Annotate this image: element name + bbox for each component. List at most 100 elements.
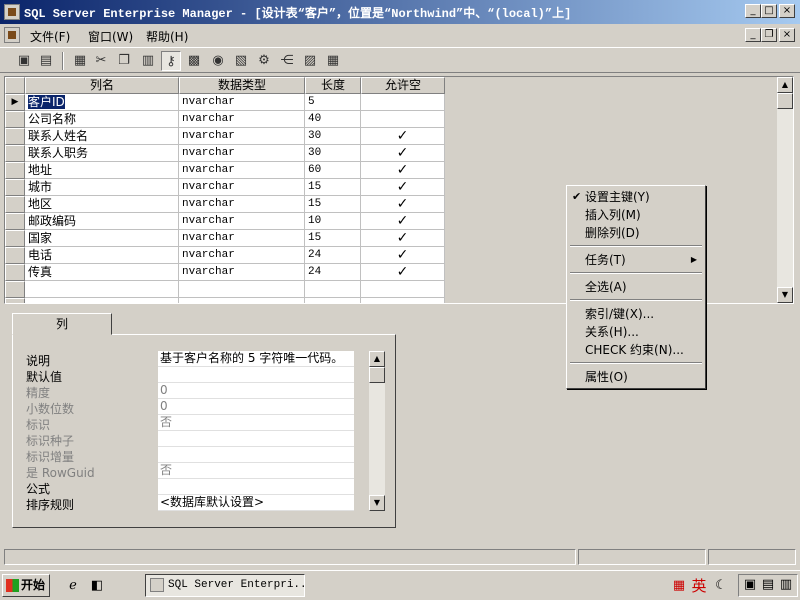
cell-data-type[interactable]: nvarchar [179,264,305,281]
quick-launch-icon[interactable]: ◧ [88,577,106,595]
cell-data-type[interactable]: nvarchar [179,196,305,213]
cell-column-name[interactable]: 地区 [25,196,179,213]
cell-column-name[interactable]: 客户ID [25,94,179,111]
row-selector[interactable] [5,128,25,145]
cell-column-name[interactable]: 电话 [25,247,179,264]
context-menu-item[interactable]: 关系(H)... [567,323,705,341]
cell-column-name[interactable]: 城市 [25,179,179,196]
cell-length[interactable]: 10 [305,213,361,230]
start-button[interactable]: 开始 [2,574,50,597]
props-vertical-scrollbar[interactable]: ▲ ▼ [369,351,385,511]
cell-column-name[interactable]: 地址 [25,162,179,179]
props-scroll-thumb[interactable] [369,367,385,383]
property-value[interactable]: <数据库默认设置> [158,495,354,511]
row-selector[interactable] [5,247,25,264]
cell-allow-null[interactable]: ✓ [361,145,445,162]
property-value[interactable] [158,367,354,383]
maximize-button[interactable]: □ [761,4,777,18]
cell-length[interactable]: 24 [305,264,361,281]
cut-icon[interactable]: ✂ [91,51,111,71]
cell-length[interactable]: 5 [305,94,361,111]
props-scroll-down-icon[interactable]: ▼ [369,495,385,511]
minimize-button[interactable]: _ [745,4,761,18]
row-selector[interactable] [5,111,25,128]
cell-column-name[interactable] [25,281,179,298]
menu-file[interactable]: 文件(F) [30,28,70,45]
mdi-restore-button[interactable]: ❐ [761,28,777,42]
grid-vertical-scrollbar[interactable]: ▲ ▼ [777,77,793,303]
header-length[interactable]: 长度 [305,77,361,94]
menu-window[interactable]: 窗口(W) [88,28,133,45]
mdi-minimize-button[interactable]: _ [745,28,761,42]
taskbar-item-enterprise-manager[interactable]: SQL Server Enterpri... [145,574,305,597]
script-icon[interactable]: ▦ [70,51,90,71]
context-menu-item[interactable]: 索引/键(X)... [567,305,705,323]
cell-data-type[interactable] [179,281,305,298]
row-selector[interactable] [5,264,25,281]
header-column-name[interactable]: 列名 [25,77,179,94]
cell-data-type[interactable]: nvarchar [179,111,305,128]
menu-help[interactable]: 帮助(H) [146,28,188,45]
ime-english-indicator[interactable]: 英 [690,577,708,595]
cell-length[interactable] [305,281,361,298]
close-button[interactable]: × [779,4,795,18]
cell-allow-null[interactable]: ✓ [361,196,445,213]
row-selector[interactable] [5,281,25,298]
context-menu-item[interactable]: 属性(O) [567,368,705,386]
copy-icon[interactable]: ❐ [114,51,134,71]
manage-tables-icon[interactable]: ▩ [184,51,204,71]
network-icon[interactable]: ▣ [741,576,759,594]
cell-allow-null[interactable]: ✓ [361,179,445,196]
cell-data-type[interactable]: nvarchar [179,128,305,145]
cell-data-type[interactable]: nvarchar [179,213,305,230]
cell-length[interactable]: 40 [305,111,361,128]
row-selector-primary-key[interactable]: ▶ [5,94,25,111]
cell-length[interactable]: 15 [305,230,361,247]
properties-icon[interactable]: ▤ [36,51,56,71]
cell-column-name[interactable]: 公司名称 [25,111,179,128]
ime-moon-icon[interactable]: ☾ [712,577,730,595]
cell-length[interactable]: 30 [305,145,361,162]
cell-length[interactable]: 15 [305,179,361,196]
relationships-icon[interactable]: ◉ [208,51,228,71]
row-selector[interactable] [5,196,25,213]
props-scroll-up-icon[interactable]: ▲ [369,351,385,367]
cell-data-type[interactable]: nvarchar [179,162,305,179]
insert-column-icon[interactable]: ▨ [300,51,320,71]
cell-allow-null[interactable] [361,94,445,111]
property-value[interactable] [158,479,354,495]
cell-allow-null[interactable]: ✓ [361,264,445,281]
cell-length[interactable]: 30 [305,128,361,145]
grid-icon[interactable]: ▦ [323,51,343,71]
app-icon[interactable] [4,4,20,20]
cell-column-name[interactable] [25,298,179,303]
cell-allow-null[interactable] [361,298,445,303]
context-menu-item[interactable]: 插入列(M) [567,206,705,224]
paste-icon[interactable]: ▥ [138,51,158,71]
context-menu-item[interactable]: CHECK 约束(N)... [567,341,705,359]
cell-data-type[interactable] [179,298,305,303]
header-allow-null[interactable]: 允许空 [361,77,445,94]
context-menu-item[interactable]: 任务(T) ▶ [567,251,705,269]
cell-allow-null[interactable]: ✓ [361,247,445,264]
title-bar[interactable]: SQL Server Enterprise Manager - [设计表“客户”… [0,0,800,24]
scroll-down-arrow-icon[interactable]: ▼ [777,287,793,303]
volume-icon[interactable]: ▥ [777,576,795,594]
cell-column-name[interactable]: 联系人职务 [25,145,179,162]
ie-icon[interactable]: ℯ [64,577,82,595]
primary-key-icon[interactable]: ⚷ [161,51,181,71]
row-selector[interactable] [5,145,25,162]
row-selector[interactable] [5,179,25,196]
cell-data-type[interactable]: nvarchar [179,145,305,162]
context-menu-item[interactable]: ✔ 设置主键(Y) [567,188,705,206]
constraints-icon[interactable]: ⚙ [254,51,274,71]
cell-allow-null[interactable]: ✓ [361,162,445,179]
cell-allow-null[interactable]: ✓ [361,128,445,145]
scroll-up-arrow-icon[interactable]: ▲ [777,77,793,93]
property-value[interactable]: 基于客户名称的 5 字符唯一代码。 [158,351,354,367]
cell-column-name[interactable]: 联系人姓名 [25,128,179,145]
indexes-icon[interactable]: ▧ [231,51,251,71]
cell-length[interactable]: 24 [305,247,361,264]
mdi-close-button[interactable]: × [779,28,795,42]
document-icon[interactable] [4,27,20,43]
